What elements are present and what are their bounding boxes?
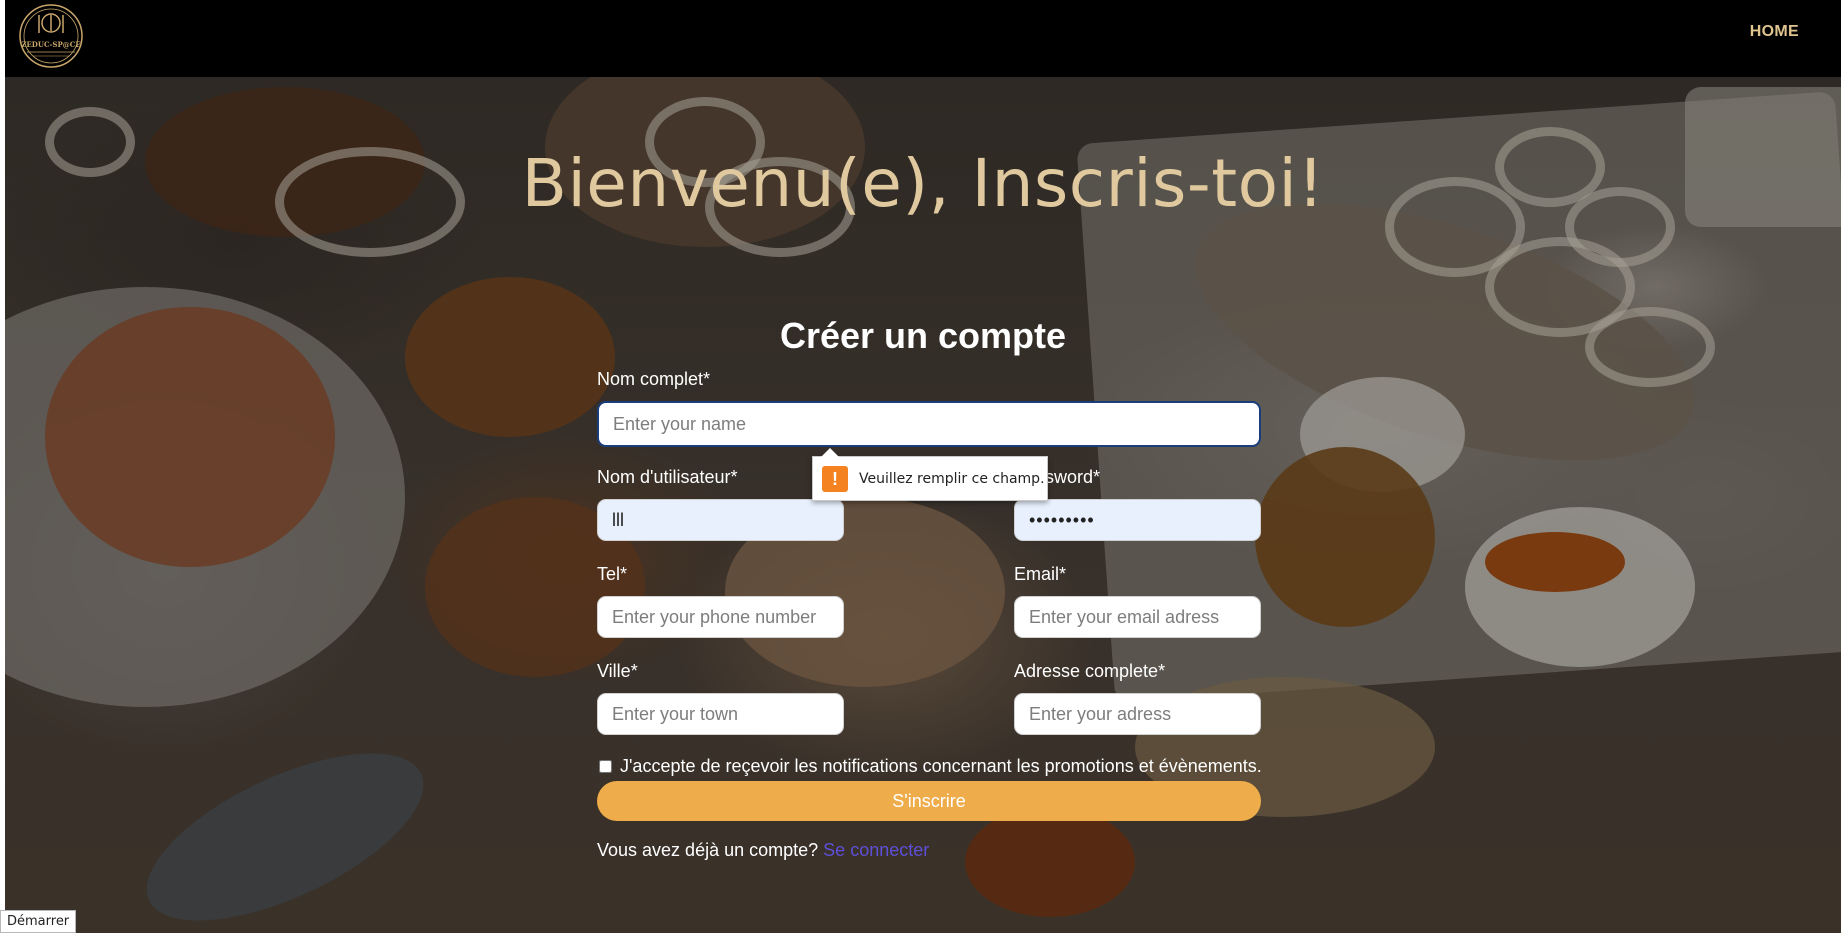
top-navbar: ZEDUC-SP@CE HOME — [5, 0, 1841, 77]
nav-home-link[interactable]: HOME — [1750, 23, 1799, 41]
validation-message: Veuillez remplir ce champ. — [859, 470, 1045, 487]
address-input[interactable] — [1014, 693, 1261, 735]
login-prompt-row: Vous avez déjà un compte? Se connecter — [597, 840, 929, 861]
password-input[interactable] — [1014, 499, 1261, 541]
login-prompt-text: Vous avez déjà un compte? — [597, 840, 819, 860]
plantain-shape — [1255, 447, 1435, 627]
browser-viewport: ZEDUC-SP@CE HOME Bienvenu(e), Inscris-to… — [5, 0, 1841, 933]
username-input[interactable] — [597, 499, 844, 541]
brand-logo[interactable]: ZEDUC-SP@CE — [13, 3, 89, 69]
welcome-title: Bienvenu(e), Inscris-toi! — [521, 145, 1325, 222]
email-label: Email* — [1014, 564, 1067, 584]
food-shape — [405, 277, 615, 437]
validation-tooltip: ! Veuillez remplir ce champ. — [812, 448, 1048, 501]
tooltip-arrow — [821, 448, 839, 457]
town-input[interactable] — [597, 693, 844, 735]
full-name-label: Nom complet* — [597, 369, 711, 389]
address-label: Adresse complete* — [1014, 661, 1166, 681]
signup-submit-button[interactable]: S'inscrire — [597, 781, 1261, 821]
login-link[interactable]: Se connecter — [823, 840, 929, 860]
warning-icon: ! — [822, 465, 848, 492]
notifications-consent-row: J'accepte de reçevoir les notifications … — [597, 756, 1277, 777]
town-label: Ville* — [597, 661, 638, 681]
notifications-checkbox[interactable] — [599, 760, 612, 773]
full-name-input[interactable] — [597, 401, 1261, 447]
phone-label: Tel* — [597, 564, 628, 584]
svg-text:ZEDUC-SP@CE: ZEDUC-SP@CE — [21, 40, 80, 49]
sauce-shape — [1485, 532, 1625, 592]
email-input[interactable] — [1014, 596, 1261, 638]
username-label: Nom d'utilisateur* — [597, 467, 738, 487]
phone-input[interactable] — [597, 596, 844, 638]
notifications-consent-label[interactable]: J'accepte de reçevoir les notifications … — [620, 756, 1262, 777]
gecko-decoration-shape — [123, 719, 447, 933]
sauce-bowl-shape — [965, 807, 1135, 917]
start-button[interactable]: Démarrer — [0, 910, 77, 933]
form-title: Créer un compte — [779, 315, 1067, 356]
